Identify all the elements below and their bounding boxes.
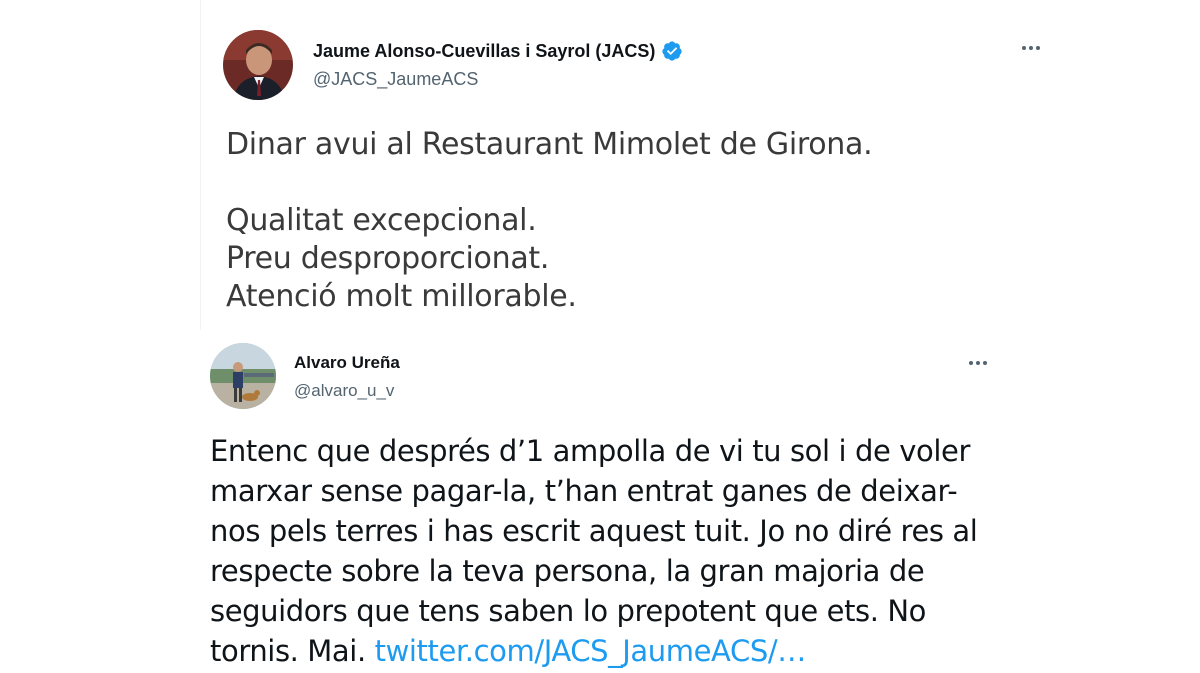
quoted-tweet: Jaume Alonso-Cuevillas i Sayrol (JACS) @… — [200, 0, 1081, 330]
more-options-button[interactable] — [964, 351, 992, 375]
author-handle[interactable]: @alvaro_u_v — [294, 381, 394, 401]
tweet-text-line: Qualitat excepcional. — [226, 203, 537, 238]
tweet-text: Entenc que després d’1 ampolla de vi tu … — [210, 431, 1000, 671]
tweet-text-line: Preu desproporcionat. — [226, 241, 550, 276]
more-dot — [1036, 46, 1040, 50]
more-horizontal-icon — [1022, 46, 1026, 50]
more-dot — [1029, 46, 1033, 50]
author-name[interactable]: Jaume Alonso-Cuevillas i Sayrol (JACS) — [313, 41, 655, 62]
avatar-photo-icon — [223, 30, 293, 100]
quoted-tweet-link[interactable]: twitter.com/JACS_JaumeACS/… — [375, 634, 807, 668]
tweet-text-line: tornis. Mai. twitter.com/JACS_JaumeACS/… — [210, 631, 1000, 671]
avatar-photo-icon — [210, 343, 276, 409]
author-name[interactable]: Alvaro Ureña — [294, 353, 400, 373]
tweet-text-line: Atenció molt millorable. — [226, 279, 577, 314]
avatar[interactable] — [210, 343, 276, 409]
author-handle[interactable]: @JACS_JaumeACS — [313, 69, 478, 90]
author-row: Jaume Alonso-Cuevillas i Sayrol (JACS) — [313, 40, 683, 62]
more-options-button[interactable] — [1017, 36, 1045, 60]
tweet-text-line: Entenc que després d’1 ampolla de vi tu … — [210, 434, 970, 468]
tweet-text-line: Dinar avui al Restaurant Mimolet de Giro… — [226, 127, 873, 162]
more-dot — [983, 361, 987, 365]
tweet-text-line: nos pels terres i has escrit aquest tuit… — [210, 514, 978, 548]
more-horizontal-icon — [969, 361, 973, 365]
more-dot — [976, 361, 980, 365]
reply-tweet: Alvaro Ureña @alvaro_u_v Entenc que desp… — [200, 331, 1080, 673]
tweet-text-fragment: tornis. Mai. — [210, 634, 375, 668]
tweet-text-line: respecte sobre la teva persona, la gran … — [210, 554, 925, 588]
tweet-text-line: marxar sense pagar-la, t’han entrat gane… — [210, 474, 958, 508]
tweet-text: Dinar avui al Restaurant Mimolet de Giro… — [226, 126, 1046, 316]
verified-badge-icon — [661, 40, 683, 62]
tweet-text-line: seguidors que tens saben lo prepotent qu… — [210, 594, 927, 628]
avatar[interactable] — [223, 30, 293, 100]
